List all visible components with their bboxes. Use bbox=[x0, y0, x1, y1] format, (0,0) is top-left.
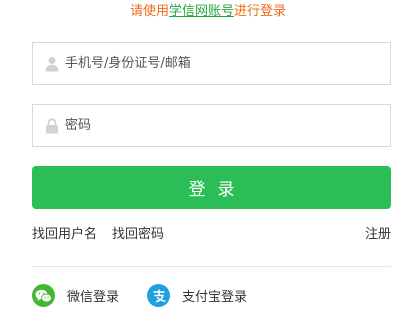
wechat-login[interactable]: 微信登录 bbox=[32, 284, 119, 307]
wechat-login-label[interactable]: 微信登录 bbox=[67, 286, 119, 305]
wechat-icon[interactable] bbox=[32, 284, 55, 307]
retrieve-password-link[interactable]: 找回密码 bbox=[112, 226, 164, 244]
divider bbox=[32, 266, 391, 267]
alipay-login-label[interactable]: 支付宝登录 bbox=[182, 286, 247, 305]
username-field[interactable] bbox=[32, 42, 391, 85]
login-panel: 请使用学信网账号进行登录 登录 找回用户名 找回密码 注册 bbox=[0, 0, 416, 325]
alipay-login[interactable]: 支付宝登录 bbox=[147, 284, 247, 307]
hint-prefix: 请使用 bbox=[129, 4, 169, 19]
password-field[interactable] bbox=[32, 104, 391, 147]
retrieve-username-link[interactable]: 找回用户名 bbox=[32, 226, 97, 244]
lock-icon bbox=[33, 105, 63, 146]
alipay-icon[interactable] bbox=[147, 284, 170, 307]
login-button[interactable]: 登录 bbox=[32, 166, 391, 209]
username-input[interactable] bbox=[63, 44, 390, 83]
register-link[interactable]: 注册 bbox=[365, 226, 391, 244]
login-hint: 请使用学信网账号进行登录 bbox=[0, 3, 416, 21]
password-input[interactable] bbox=[63, 106, 390, 145]
user-icon bbox=[33, 43, 63, 84]
hint-suffix: 进行登录 bbox=[234, 4, 287, 19]
chsi-account-link[interactable]: 学信网账号 bbox=[169, 4, 234, 19]
